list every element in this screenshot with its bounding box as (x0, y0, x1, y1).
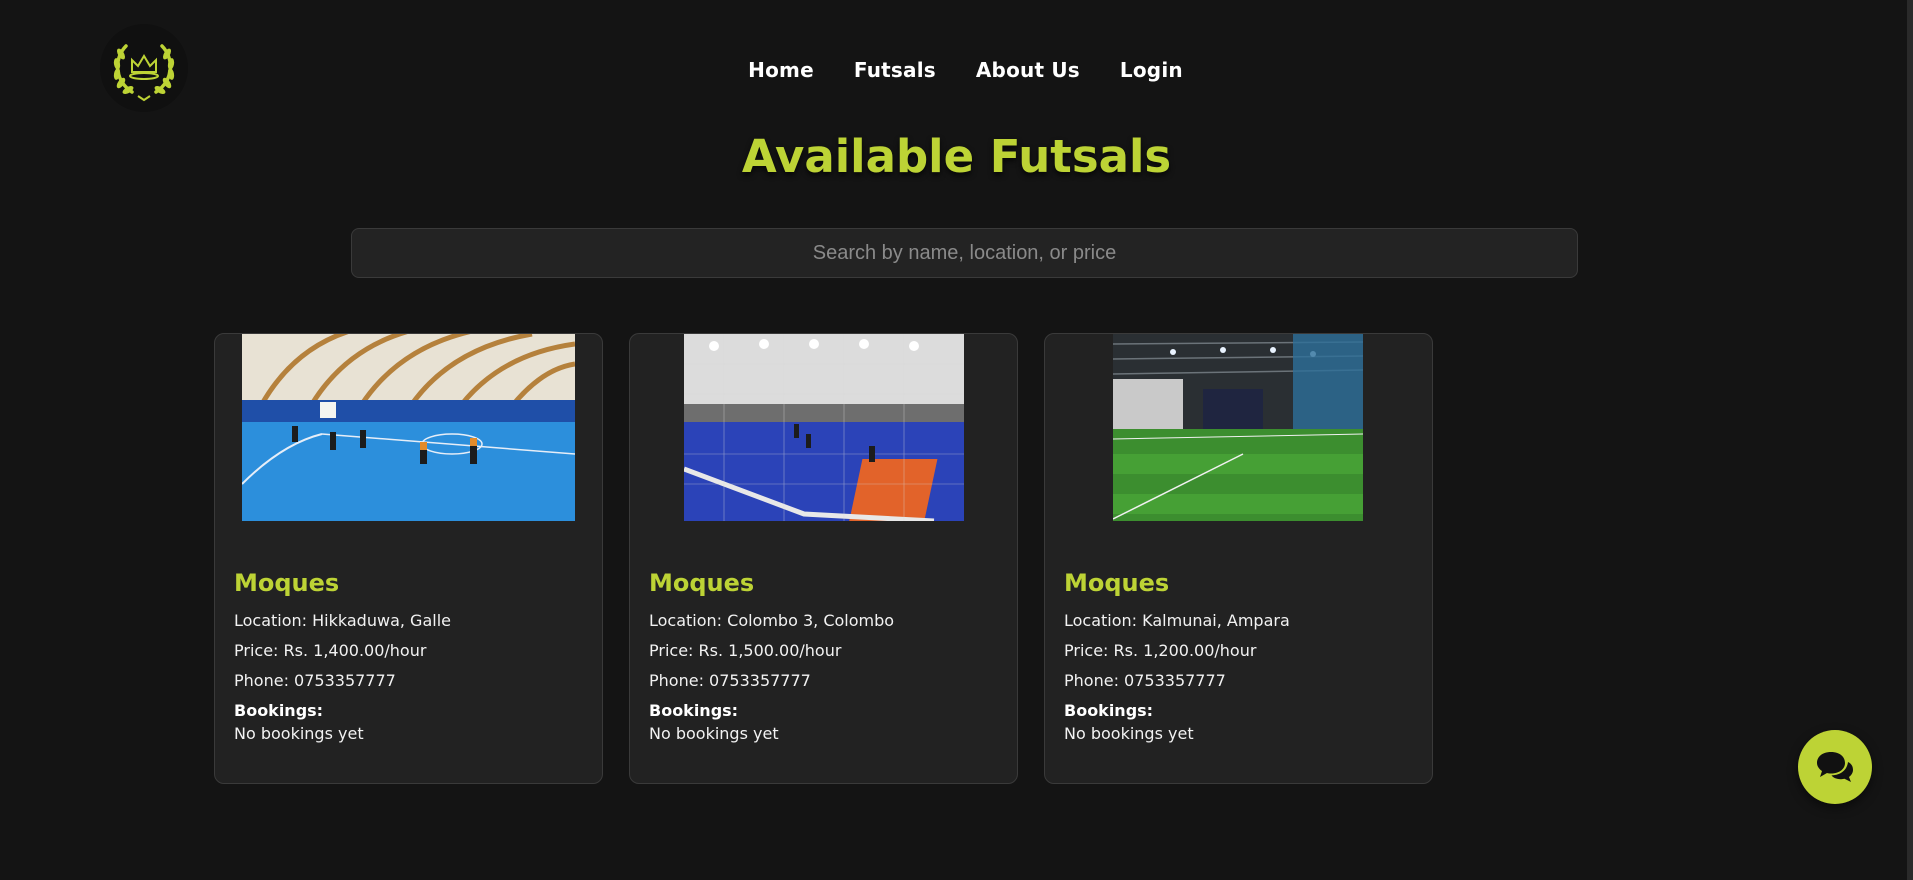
futsal-name: Moques (234, 569, 340, 597)
nav-home[interactable]: Home (748, 58, 814, 82)
main-nav: Home Futsals About Us Login (0, 58, 1913, 82)
scrollbar-track[interactable] (1907, 0, 1913, 880)
futsal-image (684, 334, 964, 521)
nav-futsals[interactable]: Futsals (854, 58, 936, 82)
futsal-image (242, 334, 575, 521)
nav-about-us[interactable]: About Us (976, 58, 1080, 82)
chat-bubbles-icon (1817, 752, 1853, 782)
futsal-phone: Phone: 0753357777 (1064, 671, 1226, 690)
search-bar (351, 228, 1578, 278)
bookings-label: Bookings: (234, 701, 324, 720)
futsal-image (1113, 334, 1363, 521)
futsal-location: Location: Kalmunai, Ampara (1064, 611, 1290, 630)
futsal-card-body: Moques Location: Hikkaduwa, Galle Price:… (234, 569, 583, 743)
futsal-phone: Phone: 0753357777 (649, 671, 811, 690)
bookings-status: No bookings yet (234, 724, 364, 743)
futsal-list: Moques Location: Hikkaduwa, Galle Price:… (214, 333, 1433, 784)
futsal-name: Moques (649, 569, 755, 597)
bookings-label: Bookings: (649, 701, 739, 720)
nav-login[interactable]: Login (1120, 58, 1183, 82)
futsal-card[interactable]: Moques Location: Hikkaduwa, Galle Price:… (214, 333, 603, 784)
futsal-location: Location: Colombo 3, Colombo (649, 611, 895, 630)
futsal-phone: Phone: 0753357777 (234, 671, 396, 690)
search-input[interactable] (351, 228, 1578, 278)
futsal-card[interactable]: Moques Location: Colombo 3, Colombo Pric… (629, 333, 1018, 784)
futsal-price: Price: Rs. 1,200.00/hour (1064, 641, 1257, 660)
futsal-card-body: Moques Location: Colombo 3, Colombo Pric… (649, 569, 998, 743)
bookings-status: No bookings yet (1064, 724, 1194, 743)
futsal-card[interactable]: Moques Location: Kalmunai, Ampara Price:… (1044, 333, 1433, 784)
futsal-name: Moques (1064, 569, 1170, 597)
bookings-status: No bookings yet (649, 724, 779, 743)
chat-button[interactable] (1798, 730, 1872, 804)
futsal-location: Location: Hikkaduwa, Galle (234, 611, 451, 630)
futsal-price: Price: Rs. 1,400.00/hour (234, 641, 427, 660)
futsal-price: Price: Rs. 1,500.00/hour (649, 641, 842, 660)
futsal-card-body: Moques Location: Kalmunai, Ampara Price:… (1064, 569, 1413, 743)
bookings-label: Bookings: (1064, 701, 1154, 720)
page-title: Available Futsals (741, 130, 1172, 183)
